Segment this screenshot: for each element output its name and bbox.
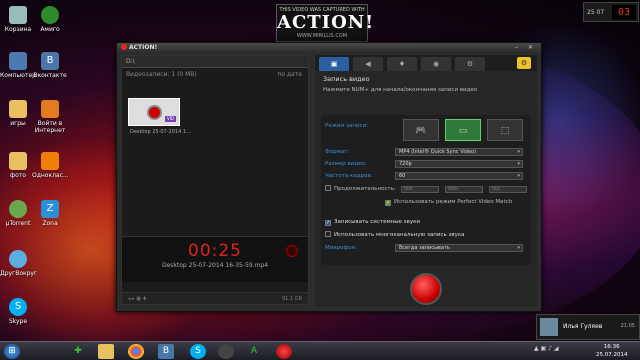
duration-row: Продолжительность: <box>325 185 396 192</box>
tab-screenshot[interactable]: ◉ <box>421 57 451 71</box>
duration-hours[interactable]: 00h <box>401 186 439 193</box>
size-dropdown[interactable]: 720p <box>395 160 523 168</box>
notification-time: 21:05 <box>620 323 635 329</box>
start-button[interactable]: ⊞ <box>4 344 20 359</box>
gear-icon[interactable]: ⚙ <box>517 57 531 69</box>
desktop-icon-utorrent[interactable]: µTorrent <box>0 200 36 227</box>
duration-seconds[interactable]: 00s <box>489 186 527 193</box>
vk-icon: B <box>41 52 59 70</box>
folder-icon <box>9 100 27 118</box>
amigo-icon <box>41 6 59 24</box>
size-label: Размер видео: <box>325 161 367 167</box>
watermark: THIS VIDEO WAS CAPTURED WITH ACTION! WWW… <box>276 4 373 42</box>
format-dropdown[interactable]: MP4 (Intel® Quick Sync Video) <box>395 148 523 156</box>
recording-timer: 00:25 <box>188 241 242 261</box>
mode-region[interactable]: ⬚ <box>487 119 523 141</box>
free-space: 91.1 GB <box>281 296 302 302</box>
multichannel-row: Использовать многоканальную запись звука <box>325 231 465 238</box>
tab-settings[interactable]: ⚙ <box>455 57 485 71</box>
folder-path[interactable]: D:\ <box>122 56 308 68</box>
duration-minutes[interactable]: 00m <box>445 186 483 193</box>
record-button[interactable] <box>410 273 442 305</box>
desktop-icon-zona[interactable]: Z Zona <box>32 200 68 227</box>
action-taskbar-icon[interactable] <box>276 344 292 359</box>
desktop-icon-games[interactable]: игры <box>0 100 36 127</box>
internet-icon <box>41 100 59 118</box>
app-title: ACTION! <box>121 44 157 51</box>
perfect-match-icon[interactable]: ✓ <box>385 200 391 206</box>
clock-widget: 25 07 03 <box>583 2 639 22</box>
section-title: Запись видео <box>323 75 370 83</box>
recording-thumbnail[interactable]: VID <box>128 98 180 126</box>
hotkey-hint: Нажмите NUM+ для начала/окончания записи… <box>323 87 478 93</box>
taskbar: ⊞ ✚ B S A ▲ ▣ ♪ ◢ 16:36 25.07.2014 <box>0 341 640 360</box>
tab-game[interactable]: ♦ <box>387 57 417 71</box>
minimize-button[interactable]: – <box>512 44 521 51</box>
recycle-bin-icon <box>9 6 27 24</box>
sort-dropdown[interactable]: по дате <box>277 71 302 78</box>
tab-audio[interactable]: ◀ <box>353 57 383 71</box>
desktop-icon-computer[interactable]: Компьютер <box>0 52 36 79</box>
close-button[interactable]: ✕ <box>526 44 535 51</box>
duration-checkbox[interactable] <box>325 185 331 191</box>
current-file: Desktop 25-07-2014 16-35-59.mp4 <box>161 262 269 269</box>
format-label: Формат: <box>325 149 350 155</box>
settings-panel: ▣ ◀ ♦ ◉ ⚙ ⚙ Запись видео Нажмите NUM+ дл… <box>315 55 537 307</box>
video-badge: VID <box>165 116 176 122</box>
folder-bar: Видеозаписи: 1 (0 MB) по дате <box>122 68 308 80</box>
desktop-icon-drugvokrug[interactable]: ДругВокруг <box>0 250 37 277</box>
desktop-icon-skype[interactable]: S Skype <box>0 298 36 325</box>
drugvokrug-icon <box>9 250 27 268</box>
desktop-icon-recycle-bin[interactable]: Корзина <box>0 6 36 33</box>
mode-selector: 🎮 ▭ ⬚ <box>403 119 527 141</box>
microphone-icon[interactable] <box>286 245 298 257</box>
mic-label: Микрофон: <box>325 245 358 251</box>
sys-sounds-checkbox[interactable]: ✓ <box>325 220 331 226</box>
desktop-icon-vkontakte[interactable]: B Вконтакте <box>32 52 68 79</box>
mode-label: Режим записи: <box>325 123 369 129</box>
desktop-icon-internet[interactable]: Войти в Интернет <box>32 100 68 134</box>
zona-icon: Z <box>41 200 59 218</box>
contact-name: Илья Гуляев <box>563 323 603 330</box>
mode-game[interactable]: 🎮 <box>403 119 439 141</box>
action-window: ACTION! – ✕ D:\ Видеозаписи: 1 (0 MB) по… <box>116 42 542 312</box>
odnoklassniki-icon <box>41 152 59 170</box>
chrome-taskbar-icon[interactable] <box>128 344 144 359</box>
folder-icon <box>9 152 27 170</box>
explorer-taskbar-icon[interactable] <box>98 344 114 359</box>
record-icon <box>147 105 162 120</box>
media-taskbar-icon[interactable] <box>218 344 234 359</box>
skype-taskbar-icon[interactable]: S <box>190 344 206 359</box>
panel-footer: ◂ ▸ ▣ ✚ 91.1 GB <box>122 292 308 304</box>
folder-info: Видеозаписи: 1 (0 MB) <box>126 71 197 78</box>
skype-icon: S <box>9 298 27 316</box>
vk-taskbar-icon[interactable]: B <box>158 344 174 359</box>
amigo-taskbar-icon[interactable]: ✚ <box>70 344 86 359</box>
desktop-icon-photo[interactable]: фото <box>0 152 36 179</box>
mic-dropdown[interactable]: Всегда записывать <box>395 244 523 252</box>
timer-box: 00:25 Desktop 25-07-2014 16-35-59.mp4 <box>122 236 308 282</box>
skype-notification[interactable]: Илья Гуляев 21:05 <box>536 314 640 340</box>
avatar <box>540 318 558 336</box>
taskbar-clock[interactable]: 16:36 25.07.2014 <box>596 343 628 359</box>
tab-bar: ▣ ◀ ♦ ◉ ⚙ ⚙ <box>315 55 537 71</box>
tab-video[interactable]: ▣ <box>319 57 349 71</box>
game-taskbar-icon[interactable]: A <box>246 344 262 359</box>
fps-label: Частота кадров: <box>325 173 373 179</box>
perfect-match-row: ✓ Использовать режим Perfect Video Match <box>385 199 513 206</box>
utorrent-icon <box>9 200 27 218</box>
desktop-icon-odnoklassniki[interactable]: Одноклас... <box>32 152 69 179</box>
multichannel-checkbox[interactable] <box>325 231 331 237</box>
system-tray[interactable]: ▲ ▣ ♪ ◢ <box>534 345 558 352</box>
desktop-icon-amigo[interactable]: Амиго <box>32 6 68 33</box>
footer-buttons[interactable]: ◂ ▸ ▣ ✚ <box>128 296 147 302</box>
title-bar[interactable]: ACTION! – ✕ <box>117 43 541 53</box>
thumbnail-caption: Desktop 25-07-2014 1... <box>130 129 191 135</box>
recordings-panel: D:\ Видеозаписи: 1 (0 MB) по дате VID De… <box>121 55 309 305</box>
mode-desktop[interactable]: ▭ <box>445 119 481 141</box>
sys-sounds-row: ✓ Записывать системные звуки <box>325 219 420 226</box>
computer-icon <box>9 52 27 70</box>
fps-dropdown[interactable]: 60 <box>395 172 523 180</box>
